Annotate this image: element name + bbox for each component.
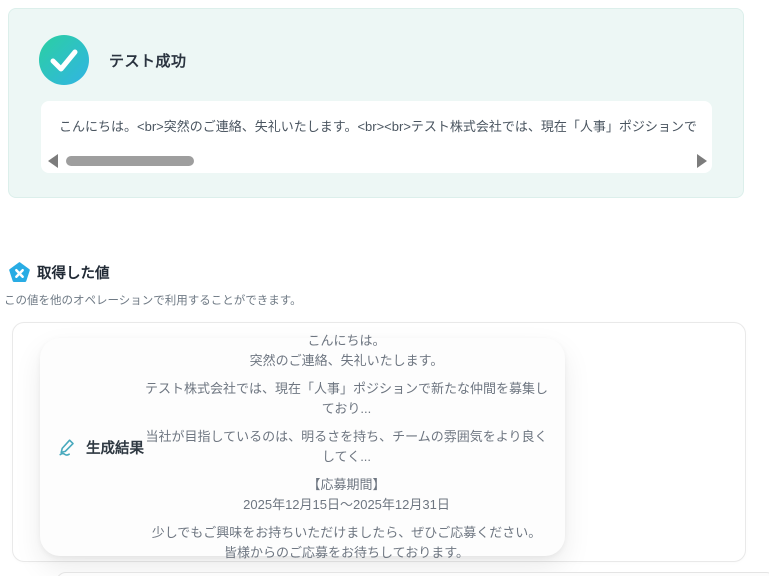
values-title-row: 取得した値 <box>9 262 302 283</box>
message-preview-text: こんにちは。<br>突然のご連絡、失礼いたします。<br><br>テスト株式会社… <box>59 119 697 134</box>
result-line: 少しでもご興味をお持ちいただけましたら、ぜひご応募ください。 <box>151 525 542 540</box>
scrollbar-track[interactable] <box>66 156 689 166</box>
scroll-right-arrow-icon[interactable] <box>696 153 708 169</box>
values-description: この値を他のオペレーションで利用することができます。 <box>4 295 302 307</box>
result-card: 生成結果 こんにちは。 突然のご連絡、失礼いたします。 テスト株式会社では、現在… <box>12 322 746 562</box>
pen-signature-icon <box>57 437 77 457</box>
page: テスト成功 こんにちは。<br>突然のご連絡、失礼いたします。<br><br>テ… <box>0 0 769 576</box>
result-line: 皆様からのご応募をお待ちしております。 <box>224 545 469 560</box>
scroll-left-arrow-icon[interactable] <box>47 153 59 169</box>
result-text: こんにちは。 突然のご連絡、失礼いたします。 テスト株式会社では、現在「人事」ポ… <box>142 331 565 563</box>
test-success-card: テスト成功 こんにちは。<br>突然のご連絡、失礼いたします。<br><br>テ… <box>8 8 744 198</box>
result-line: こんにちは。 <box>307 333 386 348</box>
next-card-partial <box>56 572 769 576</box>
result-label-text: 生成結果 <box>86 440 144 457</box>
result-line: 【応募期間】 <box>307 477 386 492</box>
check-icon <box>39 35 89 85</box>
result-paragraph: こんにちは。 突然のご連絡、失礼いたします。 <box>142 331 551 371</box>
horizontal-scrollbar[interactable] <box>47 153 708 169</box>
message-preview-box[interactable]: こんにちは。<br>突然のご連絡、失礼いたします。<br><br>テスト株式会社… <box>41 101 712 173</box>
pentagon-x-icon <box>9 262 30 283</box>
retrieved-values-section: 取得した値 この値を他のオペレーションで利用することができます。 <box>4 262 302 308</box>
result-paragraph: 【応募期間】 2025年12月15日～2025年12月31日 <box>142 475 551 515</box>
result-paragraph: テスト株式会社では、現在「人事」ポジションで新たな仲間を募集しており... <box>142 379 551 419</box>
result-line: 突然のご連絡、失礼いたします。 <box>249 353 444 368</box>
scrollbar-thumb[interactable] <box>66 156 194 166</box>
generation-result-box: 生成結果 こんにちは。 突然のご連絡、失礼いたします。 テスト株式会社では、現在… <box>40 333 565 560</box>
success-title: テスト成功 <box>109 52 187 70</box>
result-line: テスト株式会社では、現在「人事」ポジションで新たな仲間を募集しており... <box>144 381 548 416</box>
result-line: 当社が目指しているのは、明るさを持ち、チームの雰囲気をより良くしてく... <box>145 429 548 464</box>
success-header: テスト成功 <box>39 35 187 85</box>
result-line: 2025年12月15日～2025年12月31日 <box>243 497 450 512</box>
result-label: 生成結果 <box>40 437 144 458</box>
result-paragraph: 当社が目指しているのは、明るさを持ち、チームの雰囲気をより良くしてく... <box>142 427 551 467</box>
values-title: 取得した値 <box>37 266 110 282</box>
result-paragraph: 少しでもご興味をお持ちいただけましたら、ぜひご応募ください。 皆様からのご応募を… <box>142 523 551 563</box>
